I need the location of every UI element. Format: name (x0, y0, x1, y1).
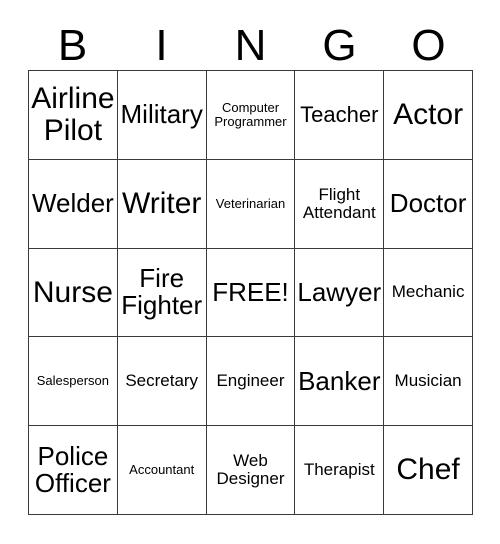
bingo-cell-label: Teacher (300, 102, 379, 128)
bingo-cell[interactable]: Nurse (29, 248, 118, 338)
bingo-header-row: B I N G O (28, 22, 473, 70)
bingo-cell-label: Lawyer (297, 276, 382, 307)
bingo-card: B I N G O Airline Pilot Military Compute… (0, 0, 500, 544)
bingo-row: Airline Pilot Military Computer Programm… (29, 71, 473, 160)
bingo-row: Police Officer Accountant Web Designer T… (29, 426, 473, 515)
bingo-cell-label: Engineer (216, 371, 285, 391)
bingo-cell-label: Military (120, 99, 203, 130)
bingo-cell-label: Nurse (32, 275, 113, 309)
bingo-cell[interactable]: Airline Pilot (29, 71, 118, 160)
bingo-cell[interactable]: Banker (295, 337, 385, 427)
bingo-cell[interactable]: Teacher (295, 71, 385, 160)
bingo-cell[interactable]: Computer Programmer (206, 71, 296, 160)
bingo-cell-label: Doctor (389, 187, 467, 218)
bingo-cell[interactable]: Secretary (117, 337, 207, 427)
bingo-cell[interactable]: Doctor (384, 159, 473, 249)
bingo-cell[interactable]: Therapist (295, 426, 385, 515)
bingo-cell-label: Accountant (129, 462, 195, 478)
bingo-grid: Airline Pilot Military Computer Programm… (28, 70, 473, 515)
bingo-cell-label: Actor (393, 98, 464, 131)
bingo-cell-label: Mechanic (391, 282, 465, 302)
header-letter-g: G (322, 21, 357, 70)
bingo-cell[interactable]: Salesperson (29, 337, 118, 427)
bingo-cell[interactable]: Mechanic (384, 248, 473, 338)
bingo-row: Salesperson Secretary Engineer Banker Mu… (29, 337, 473, 427)
bingo-cell[interactable]: Writer (117, 159, 207, 249)
bingo-cell[interactable]: Military (117, 71, 207, 160)
bingo-cell-label: Writer (121, 186, 202, 220)
bingo-cell[interactable]: Actor (384, 71, 473, 160)
bingo-cell-label: Chef (396, 453, 460, 487)
bingo-cell-free[interactable]: FREE! (206, 248, 296, 338)
bingo-cell[interactable]: Flight Attendant (295, 159, 385, 249)
header-letter-o: O (411, 21, 446, 70)
bingo-cell-label: Secretary (125, 371, 199, 391)
bingo-cell[interactable]: Police Officer (29, 426, 118, 515)
bingo-cell-label: Salesperson (36, 373, 110, 389)
bingo-cell-label: Fire Fighter (121, 262, 203, 321)
bingo-cell-label: Banker (298, 365, 381, 396)
bingo-cell[interactable]: Musician (384, 337, 473, 427)
header-letter-n: N (234, 21, 267, 70)
bingo-cell-label: Airline Pilot (31, 82, 115, 147)
bingo-cell-label: Musician (394, 371, 462, 391)
bingo-cell[interactable]: Lawyer (295, 248, 385, 338)
bingo-cell-label: Flight Attendant (302, 184, 376, 222)
bingo-cell[interactable]: Welder (29, 159, 118, 249)
bingo-cell[interactable]: Engineer (206, 337, 296, 427)
bingo-cell[interactable]: Web Designer (206, 426, 296, 515)
header-letter-b: B (57, 21, 88, 70)
header-letter-i: I (155, 21, 168, 70)
bingo-cell[interactable]: Accountant (117, 426, 207, 515)
bingo-cell-label: Computer Programmer (214, 100, 287, 129)
bingo-cell[interactable]: Chef (384, 426, 473, 515)
bingo-cell-label: Welder (31, 187, 114, 218)
bingo-cell-label: Therapist (303, 460, 375, 480)
free-space-label: FREE! (212, 276, 289, 307)
bingo-row: Welder Writer Veterinarian Flight Attend… (29, 159, 473, 249)
bingo-cell[interactable]: Fire Fighter (117, 248, 207, 338)
bingo-row: Nurse Fire Fighter FREE! Lawyer Mechanic (29, 248, 473, 338)
bingo-cell-label: Web Designer (216, 451, 285, 489)
bingo-cell[interactable]: Veterinarian (206, 159, 296, 249)
bingo-cell-label: Police Officer (34, 440, 111, 499)
bingo-cell-label: Veterinarian (215, 195, 286, 211)
